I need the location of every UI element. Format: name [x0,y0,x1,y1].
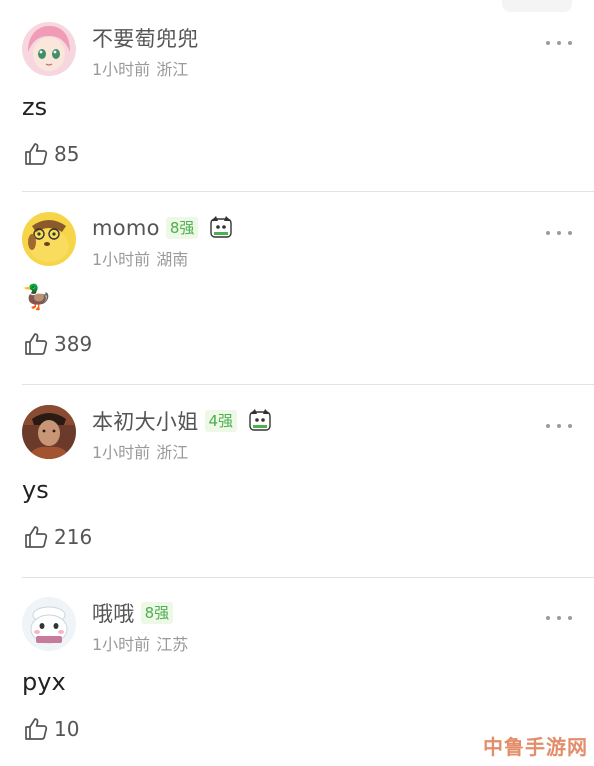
more-options-icon[interactable] [546,422,572,430]
divider [22,384,594,385]
comment-text: pyx [22,668,66,696]
more-options-icon[interactable] [546,614,572,622]
pet-badge-icon [247,408,273,434]
comment-location: 湖南 [156,250,189,269]
like-count: 216 [54,525,93,549]
comment-meta: 1小时前 江苏 [92,631,188,655]
cartoon-sheep-avatar-icon [22,597,76,651]
avatar[interactable] [22,22,76,76]
thumbs-up-icon [25,718,48,740]
like-button[interactable]: 389 [24,330,92,358]
top-action-pill[interactable] [502,0,572,12]
comment-text: ys [22,476,49,504]
like-button[interactable]: 216 [24,523,92,551]
username[interactable]: 本初大小姐 [92,406,199,436]
rank-badge: 4强 [204,410,238,432]
username[interactable]: 哦哦 [92,598,135,628]
comment-time: 1小时前 [92,250,151,269]
like-count: 389 [54,332,93,356]
rank-badge: 8强 [165,217,199,239]
username[interactable]: momo [92,216,160,240]
like-button[interactable]: 10 [24,715,79,743]
user-row: 哦哦 8强 [92,598,174,628]
like-button[interactable]: 85 [24,140,79,168]
comment-meta: 1小时前 湖南 [92,246,188,270]
comment-time: 1小时前 [92,443,151,462]
user-row: 本初大小姐 4强 [92,407,273,435]
comment-location: 浙江 [156,443,189,462]
user-row: momo 8强 [92,214,234,242]
photo-avatar-icon [22,405,76,459]
thumbs-up-icon [25,333,48,355]
thumbs-up-icon [25,143,48,165]
like-count: 85 [54,142,80,166]
comment-time: 1小时前 [92,635,151,654]
comment-meta: 1小时前 浙江 [92,439,188,463]
more-options-icon[interactable] [546,39,572,47]
comment-text: zs [22,93,48,121]
avatar[interactable] [22,212,76,266]
avatar[interactable] [22,405,76,459]
avatar[interactable] [22,597,76,651]
pet-badge-icon [208,215,234,241]
user-row: 不要萄兜兜 [92,24,199,52]
pompompurin-avatar-icon [22,212,76,266]
rank-badge: 8强 [140,602,174,624]
thumbs-up-icon [25,526,48,548]
divider [22,577,594,578]
more-options-icon[interactable] [546,229,572,237]
comment-time: 1小时前 [92,60,151,79]
divider [22,191,594,192]
comment-text: 🦆 [22,283,52,311]
comment-location: 浙江 [156,60,189,79]
site-watermark: 中鲁手游网 [483,735,588,759]
username[interactable]: 不要萄兜兜 [92,23,199,53]
like-count: 10 [54,717,80,741]
comment-meta: 1小时前 浙江 [92,56,188,80]
anime-girl-avatar-icon [22,22,76,76]
comment-location: 江苏 [156,635,189,654]
